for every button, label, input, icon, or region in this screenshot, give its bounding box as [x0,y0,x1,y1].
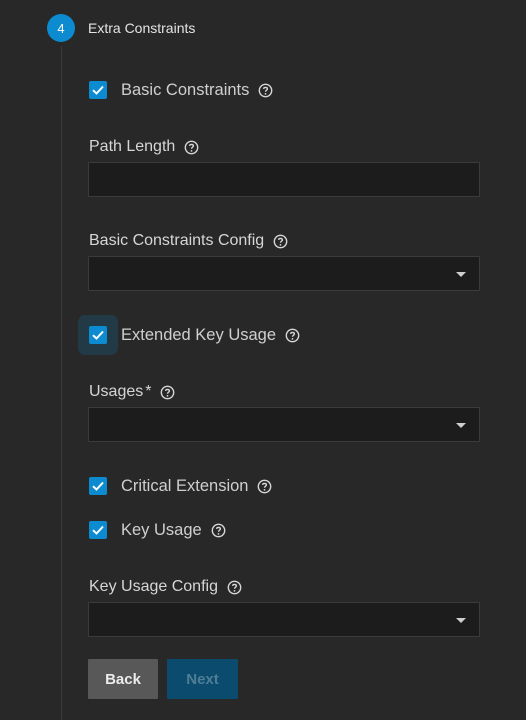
help-circle-icon[interactable] [257,479,272,494]
help-circle-icon[interactable] [160,385,175,400]
basic-constraints-checkbox[interactable] [89,81,107,99]
key-usage-label: Key Usage [121,520,202,539]
key-usage-config-label-row: Key Usage Config [89,577,242,597]
check-icon [92,330,104,340]
basic-constraints-label: Basic Constraints [121,80,250,99]
key-usage-checkbox-row[interactable]: Key Usage [89,520,226,540]
critical-extension-checkbox-row[interactable]: Critical Extension [89,476,272,496]
caret-down-icon [456,423,466,428]
key-usage-config-select[interactable] [88,602,480,637]
critical-extension-checkbox[interactable] [89,477,107,495]
extended-key-usage-label: Extended Key Usage [121,325,277,344]
key-usage-config-label: Key Usage Config [89,578,218,595]
basic-constraints-config-label: Basic Constraints Config [89,232,265,249]
path-length-label-row: Path Length [89,137,199,157]
basic-constraints-config-select[interactable] [88,256,480,291]
extended-key-usage-checkbox-row[interactable]: Extended Key Usage [89,325,300,345]
caret-down-icon [456,272,466,277]
back-button[interactable]: Back [88,659,158,699]
help-circle-icon[interactable] [227,580,242,595]
step-title: Extra Constraints [88,20,196,36]
help-circle-icon[interactable] [211,523,226,538]
stepper-panel: 4 Extra Constraints Basic Constraints Pa… [0,0,526,720]
basic-constraints-checkbox-row[interactable]: Basic Constraints [89,80,273,100]
basic-constraints-config-label-row: Basic Constraints Config [89,231,288,251]
extended-key-usage-checkbox[interactable] [89,326,107,344]
path-length-input[interactable] [88,162,480,197]
check-icon [92,481,104,491]
caret-down-icon [456,618,466,623]
usages-label-row: Usages * [89,382,175,402]
usages-select[interactable] [88,407,480,442]
required-marker: * [145,383,152,400]
stepper-connector-line [61,46,62,720]
next-button[interactable]: Next [167,659,238,699]
key-usage-checkbox[interactable] [89,521,107,539]
help-circle-icon[interactable] [273,234,288,249]
check-icon [92,85,104,95]
step-number-badge: 4 [47,14,75,42]
check-icon [92,525,104,535]
critical-extension-label: Critical Extension [121,476,249,495]
step-header: 4 Extra Constraints [47,14,195,42]
help-circle-icon[interactable] [184,140,199,155]
usages-label: Usages [89,383,144,400]
help-circle-icon[interactable] [258,83,273,98]
path-length-label: Path Length [89,138,176,155]
help-circle-icon[interactable] [285,328,300,343]
